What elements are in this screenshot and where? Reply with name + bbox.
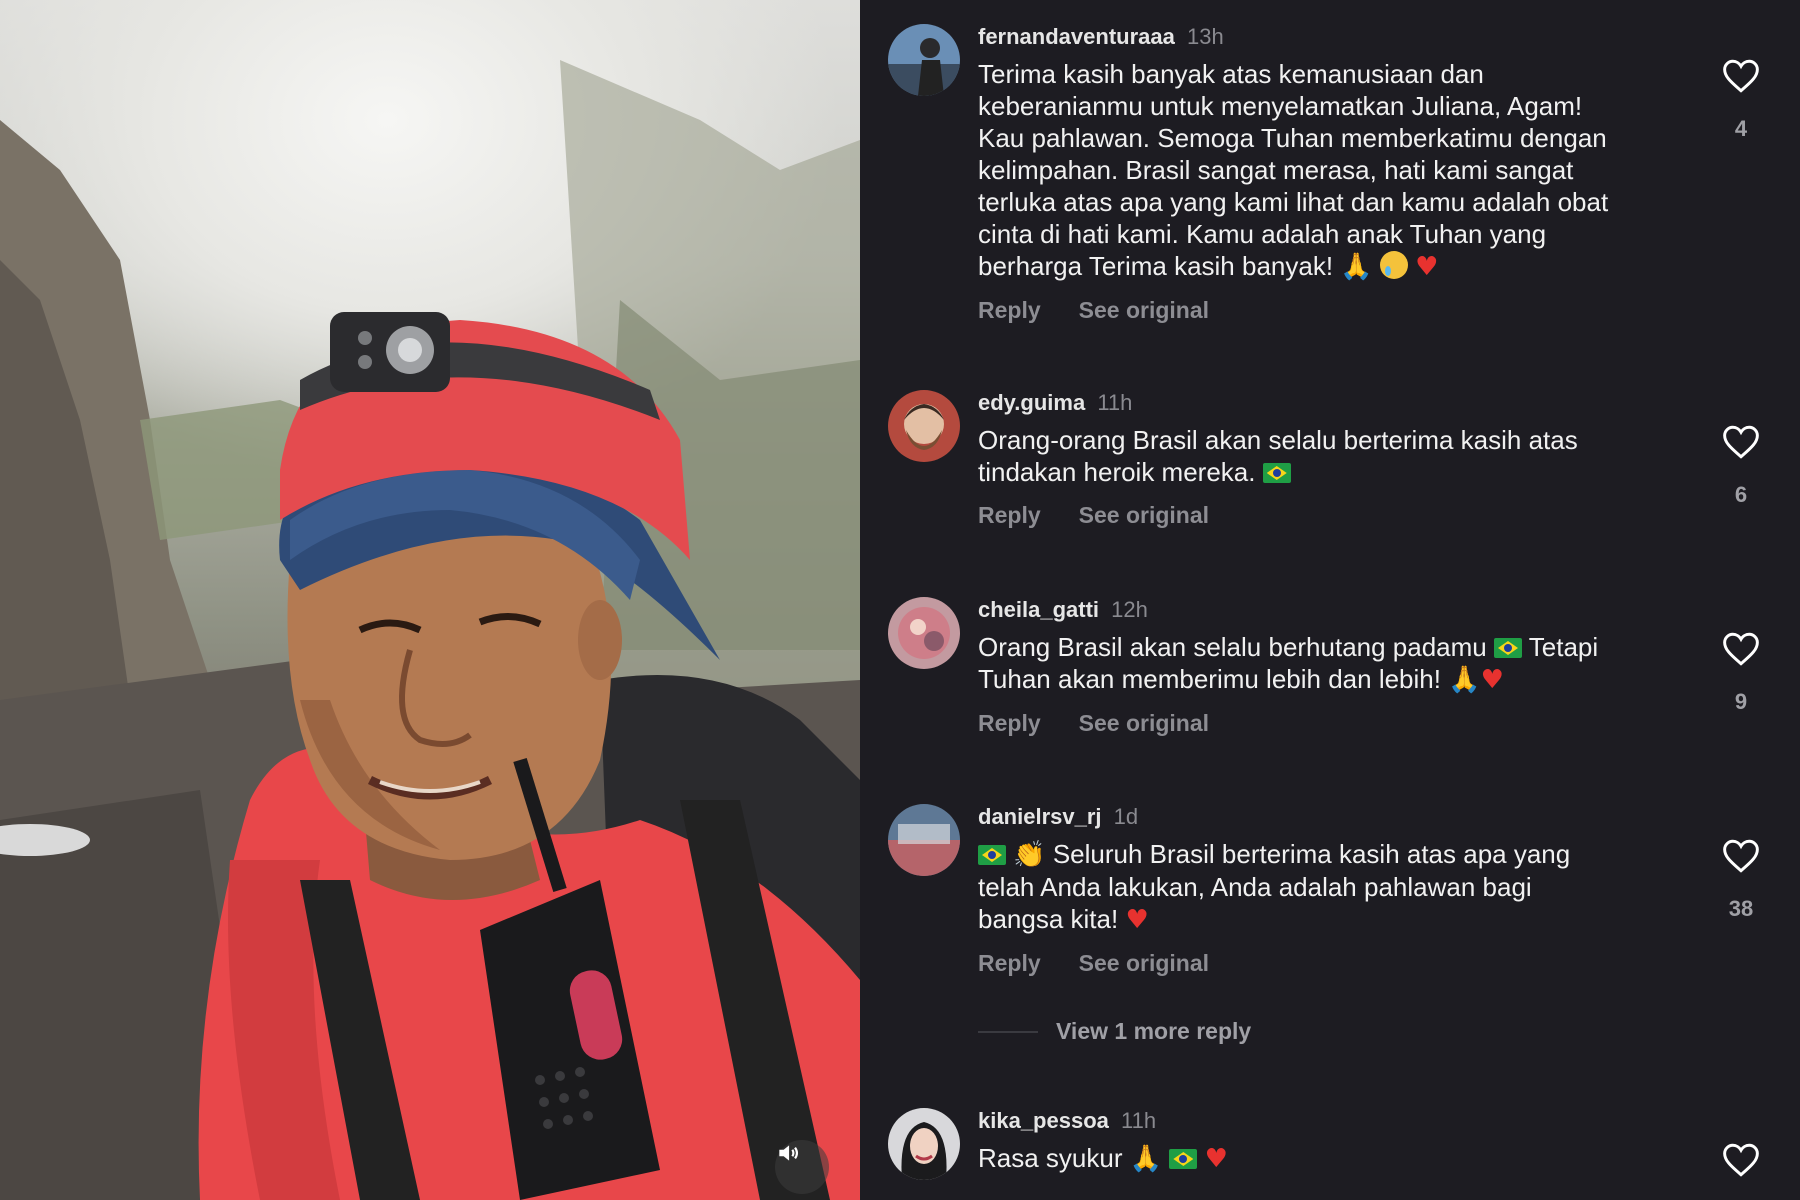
red-heart-emoji-icon: ♥	[1480, 665, 1504, 695]
comment-body: cheila_gatti 12h Orang Brasil akan selal…	[978, 597, 1698, 737]
brazil-flag-emoji-icon	[1494, 638, 1522, 658]
avatar[interactable]	[888, 597, 960, 669]
reply-button[interactable]: Reply	[978, 297, 1041, 324]
see-original-button[interactable]: See original	[1079, 710, 1209, 737]
rescuer-selfie-illustration	[0, 60, 860, 1200]
comment-actions: Reply See original	[978, 297, 1698, 324]
see-original-button[interactable]: See original	[1079, 502, 1209, 529]
comment-meta: edy.guima 11h	[978, 390, 1698, 416]
like-group	[1715, 1142, 1767, 1178]
pray-emoji-icon: 🙏	[1448, 665, 1481, 695]
like-count: 4	[1734, 116, 1748, 141]
like-count: 9	[1734, 689, 1748, 714]
heart-outline-icon[interactable]	[1721, 631, 1761, 667]
pray-emoji-icon: 🙏	[1340, 252, 1373, 282]
comment-username[interactable]: fernandaventuraaa	[978, 24, 1175, 49]
red-heart-emoji-icon: ♥	[1125, 905, 1149, 935]
like-group: 9	[1715, 631, 1767, 715]
heart-outline-icon[interactable]	[1721, 424, 1761, 460]
avatar[interactable]	[888, 804, 960, 876]
comment-text-part1: Seluruh Brasil berterima kasih atas apa …	[1052, 839, 1571, 869]
comment-username[interactable]: kika_pessoa	[978, 1108, 1109, 1133]
comment-text: Orang-orang Brasil akan selalu berterima…	[978, 424, 1698, 488]
clapping-hands-emoji-icon: 👏	[1013, 840, 1046, 870]
like-group: 38	[1715, 838, 1767, 922]
comment-meta: kika_pessoa 11h	[978, 1108, 1698, 1134]
view-more-replies-button[interactable]: View 1 more reply	[978, 1018, 1251, 1045]
divider	[978, 1030, 1038, 1033]
comment-text-content: Terima kasih banyak atas kemanusiaan dan…	[978, 59, 1609, 281]
comment-username[interactable]: danielrsv_rj	[978, 804, 1102, 829]
brazil-flag-emoji-icon	[1169, 1149, 1198, 1169]
comment-text: Rasa syukur 🙏 ♥	[978, 1142, 1698, 1175]
red-heart-emoji-icon: ♥	[1204, 1144, 1228, 1174]
comment-text-content: Rasa syukur	[978, 1143, 1123, 1173]
heart-outline-icon[interactable]	[1721, 1142, 1761, 1178]
sound-toggle-button[interactable]	[775, 1140, 829, 1194]
comment-text-part1: Orang Brasil akan selalu berhutang padam…	[978, 632, 1487, 662]
heart-outline-icon[interactable]	[1721, 838, 1761, 874]
comment-time: 13h	[1186, 24, 1224, 49]
comment-text-part2: Tetapi	[1528, 632, 1599, 662]
red-heart-emoji-icon: ♥	[1415, 252, 1439, 282]
like-group: 4	[1715, 58, 1767, 142]
avatar[interactable]	[888, 1108, 960, 1180]
reply-button[interactable]: Reply	[978, 502, 1041, 529]
comment-body: edy.guima 11h Orang-orang Brasil akan se…	[978, 390, 1698, 529]
comment-meta: fernandaventuraaa 13h	[978, 24, 1698, 50]
video-photo[interactable]	[0, 0, 860, 1200]
comment-time: 11h	[1121, 1108, 1157, 1133]
heart-outline-icon[interactable]	[1721, 58, 1761, 94]
comment-text-part3: Tuhan akan memberimu lebih dan lebih!	[978, 664, 1441, 694]
avatar[interactable]	[888, 390, 960, 462]
reply-button[interactable]: Reply	[978, 950, 1041, 977]
comments-panel: fernandaventuraaa 13h Terima kasih banya…	[860, 0, 1800, 1200]
comment-actions: Reply See original	[978, 710, 1698, 737]
comment-username[interactable]: edy.guima	[978, 390, 1085, 415]
comment-text: Orang Brasil akan selalu berhutang padam…	[978, 631, 1698, 696]
speaker-icon	[779, 1145, 799, 1161]
see-original-button[interactable]: See original	[1079, 297, 1209, 324]
comment-meta: cheila_gatti 12h	[978, 597, 1698, 623]
like-group: 6	[1715, 424, 1767, 508]
comment-body: kika_pessoa 11h Rasa syukur 🙏 ♥	[978, 1108, 1698, 1175]
brazil-flag-emoji-icon	[1262, 463, 1291, 483]
comment-actions: Reply See original	[978, 950, 1698, 977]
avatar[interactable]	[888, 24, 960, 96]
like-count: 6	[1734, 482, 1748, 507]
pray-emoji-icon: 🙏	[1129, 1144, 1163, 1174]
crying-face-emoji-icon	[1379, 251, 1408, 279]
comment-text-part2: telah Anda lakukan, Anda adalah pahlawan…	[978, 872, 1532, 934]
comment-meta: danielrsv_rj 1d	[978, 804, 1698, 830]
comment-text: 👏 Seluruh Brasil berterima kasih atas ap…	[978, 838, 1698, 936]
comment-text: Terima kasih banyak atas kemanusiaan dan…	[978, 58, 1698, 283]
comment-actions: Reply See original	[978, 502, 1698, 529]
reply-button[interactable]: Reply	[978, 710, 1041, 737]
screen: fernandaventuraaa 13h Terima kasih banya…	[0, 0, 1800, 1200]
comment-body: danielrsv_rj 1d 👏 Seluruh Brasil berteri…	[978, 804, 1698, 977]
comment-body: fernandaventuraaa 13h Terima kasih banya…	[978, 24, 1698, 324]
comment-time: 12h	[1111, 597, 1148, 622]
like-count: 38	[1728, 896, 1754, 921]
comment-username[interactable]: cheila_gatti	[978, 597, 1099, 622]
brazil-flag-emoji-icon	[978, 845, 1006, 865]
comment-time: 11h	[1097, 390, 1133, 415]
see-original-button[interactable]: See original	[1079, 950, 1209, 977]
comment-time: 1d	[1113, 804, 1139, 829]
view-more-replies-label: View 1 more reply	[1056, 1018, 1252, 1044]
